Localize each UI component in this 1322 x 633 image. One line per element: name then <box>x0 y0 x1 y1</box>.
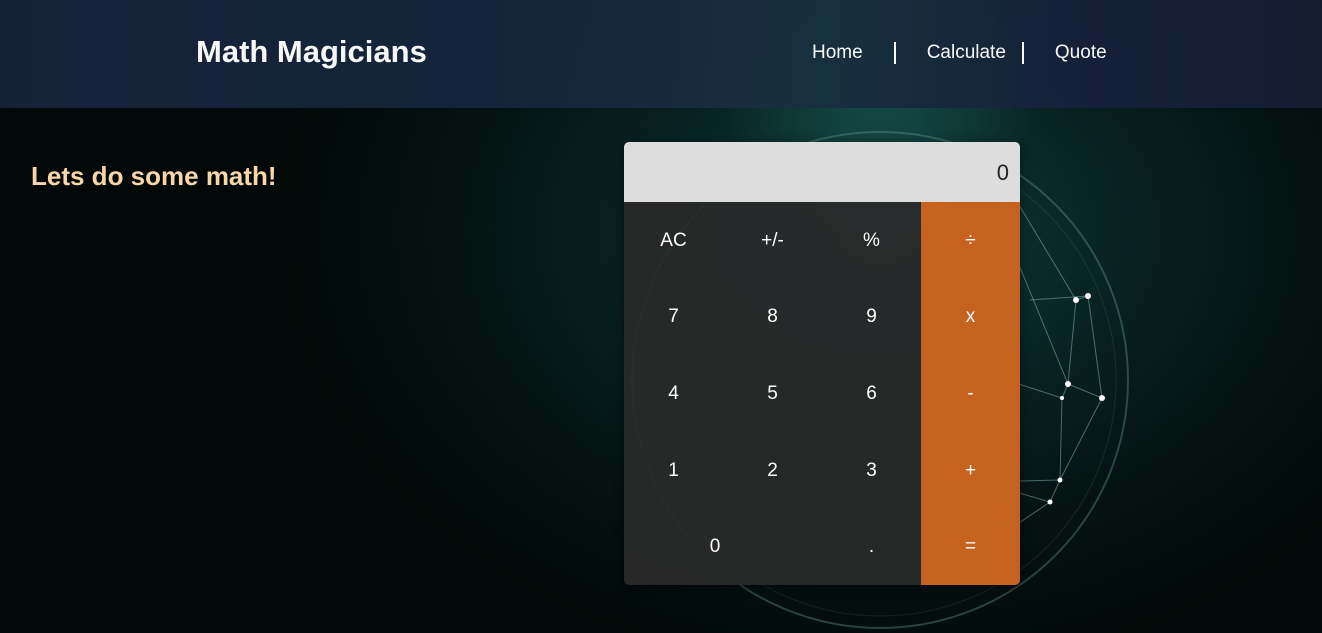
key-5[interactable]: 5 <box>723 355 822 432</box>
calculator-keypad: AC +/- % ÷ 7 8 9 x 4 5 6 - 1 2 3 + 0 . = <box>624 202 1020 585</box>
nav-link-home[interactable]: Home <box>798 42 894 64</box>
calculator-display: 0 <box>624 142 1020 202</box>
key-4[interactable]: 4 <box>624 355 723 432</box>
page-tagline: Lets do some math! <box>31 161 277 191</box>
nav-link-calculate[interactable]: Calculate <box>896 42 1022 64</box>
key-multiply[interactable]: x <box>921 279 1020 355</box>
key-decimal[interactable]: . <box>822 509 921 585</box>
key-0[interactable]: 0 <box>624 509 822 585</box>
site-header: Math Magicians Home Calculate Quote <box>0 0 1322 108</box>
key-7[interactable]: 7 <box>624 279 723 355</box>
key-0-label: 0 <box>709 536 721 557</box>
key-2[interactable]: 2 <box>723 432 822 509</box>
main-nav: Home Calculate Quote <box>798 41 1107 65</box>
key-add[interactable]: + <box>921 432 1020 509</box>
key-subtract[interactable]: - <box>921 355 1020 432</box>
key-3[interactable]: 3 <box>822 432 921 509</box>
calculator: 0 AC +/- % ÷ 7 8 9 x 4 5 6 - 1 2 3 + 0 .… <box>624 142 1020 585</box>
key-all-clear[interactable]: AC <box>624 202 723 279</box>
key-divide[interactable]: ÷ <box>921 202 1020 279</box>
key-equals[interactable]: = <box>921 509 1020 585</box>
site-logo[interactable]: Math Magicians <box>196 34 427 70</box>
key-6[interactable]: 6 <box>822 355 921 432</box>
nav-link-quote[interactable]: Quote <box>1024 42 1107 64</box>
key-percent[interactable]: % <box>822 202 921 279</box>
key-9[interactable]: 9 <box>822 279 921 355</box>
key-1[interactable]: 1 <box>624 432 723 509</box>
key-8[interactable]: 8 <box>723 279 822 355</box>
key-plus-minus[interactable]: +/- <box>723 202 822 279</box>
